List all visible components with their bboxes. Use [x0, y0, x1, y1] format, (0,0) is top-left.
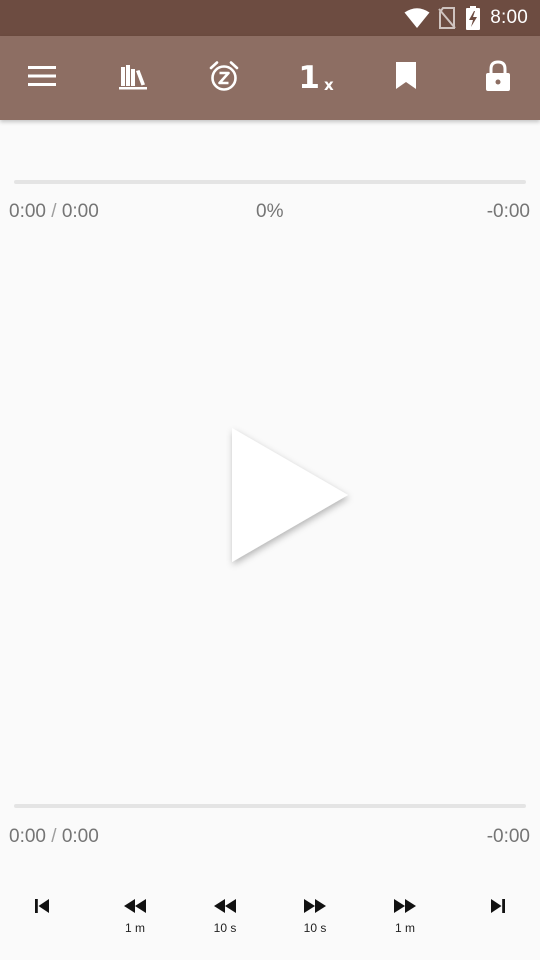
chapter-time-separator: / [51, 826, 57, 847]
bookmark-icon [395, 61, 417, 95]
book-percent: 0% [256, 201, 284, 222]
book-time-elapsed: 0:00 / 0:00 [9, 201, 99, 223]
playback-speed-label: 1 x [298, 59, 334, 96]
playback-speed-button[interactable]: 1 x [284, 36, 348, 120]
library-icon [118, 62, 148, 95]
rewind-icon [213, 895, 237, 917]
book-time-separator: / [51, 201, 57, 222]
book-progress-bar[interactable] [14, 180, 526, 184]
fast-forward-icon [393, 895, 417, 917]
forward-10s-button[interactable]: 10 s [275, 884, 355, 948]
no-sim-icon [438, 7, 456, 29]
skip-next-icon [490, 895, 506, 917]
chapter-progress-bar[interactable] [14, 804, 526, 808]
sleep-timer-icon [208, 60, 240, 97]
rewind-10s-label: 10 s [213, 921, 237, 935]
next-chapter-button[interactable] [458, 884, 538, 948]
wifi-icon [404, 7, 430, 29]
rewind-1m-button[interactable]: 1 m [95, 884, 175, 948]
menu-icon [28, 65, 56, 91]
fast-forward-icon [303, 895, 327, 917]
chapter-total-value: 0:00 [61, 826, 99, 847]
play-icon [220, 428, 360, 576]
sleep-timer-button[interactable] [192, 36, 256, 120]
speed-value: 1 [298, 59, 320, 96]
bookmark-button[interactable] [374, 36, 438, 120]
forward-10s-label: 10 s [303, 921, 327, 935]
book-elapsed-value: 0:00 [9, 201, 46, 222]
status-icons: 8:00 [404, 0, 528, 36]
lock-button[interactable] [466, 36, 530, 120]
forward-1m-label: 1 m [394, 921, 415, 935]
rewind-1m-label: 1 m [124, 921, 145, 935]
book-time-remaining: -0:00 [486, 201, 530, 222]
status-time: 8:00 [490, 7, 528, 28]
menu-button[interactable] [10, 36, 74, 120]
toolbar: 1 x [0, 36, 540, 120]
chapter-elapsed-value: 0:00 [9, 826, 46, 847]
chapter-time-elapsed: 0:00 / 0:00 [9, 826, 99, 848]
book-total-value: 0:00 [61, 201, 99, 222]
battery-charging-icon [466, 6, 481, 30]
library-button[interactable] [101, 36, 165, 120]
lock-icon [485, 59, 511, 97]
skip-previous-icon [34, 895, 50, 917]
rewind-icon [123, 895, 147, 917]
previous-chapter-button[interactable] [2, 884, 82, 948]
status-bar: 8:00 [0, 0, 540, 36]
speed-unit: x [323, 75, 334, 94]
play-button[interactable] [220, 420, 360, 572]
rewind-10s-button[interactable]: 10 s [185, 884, 265, 948]
forward-1m-button[interactable]: 1 m [365, 884, 445, 948]
chapter-time-remaining: -0:00 [486, 826, 530, 847]
